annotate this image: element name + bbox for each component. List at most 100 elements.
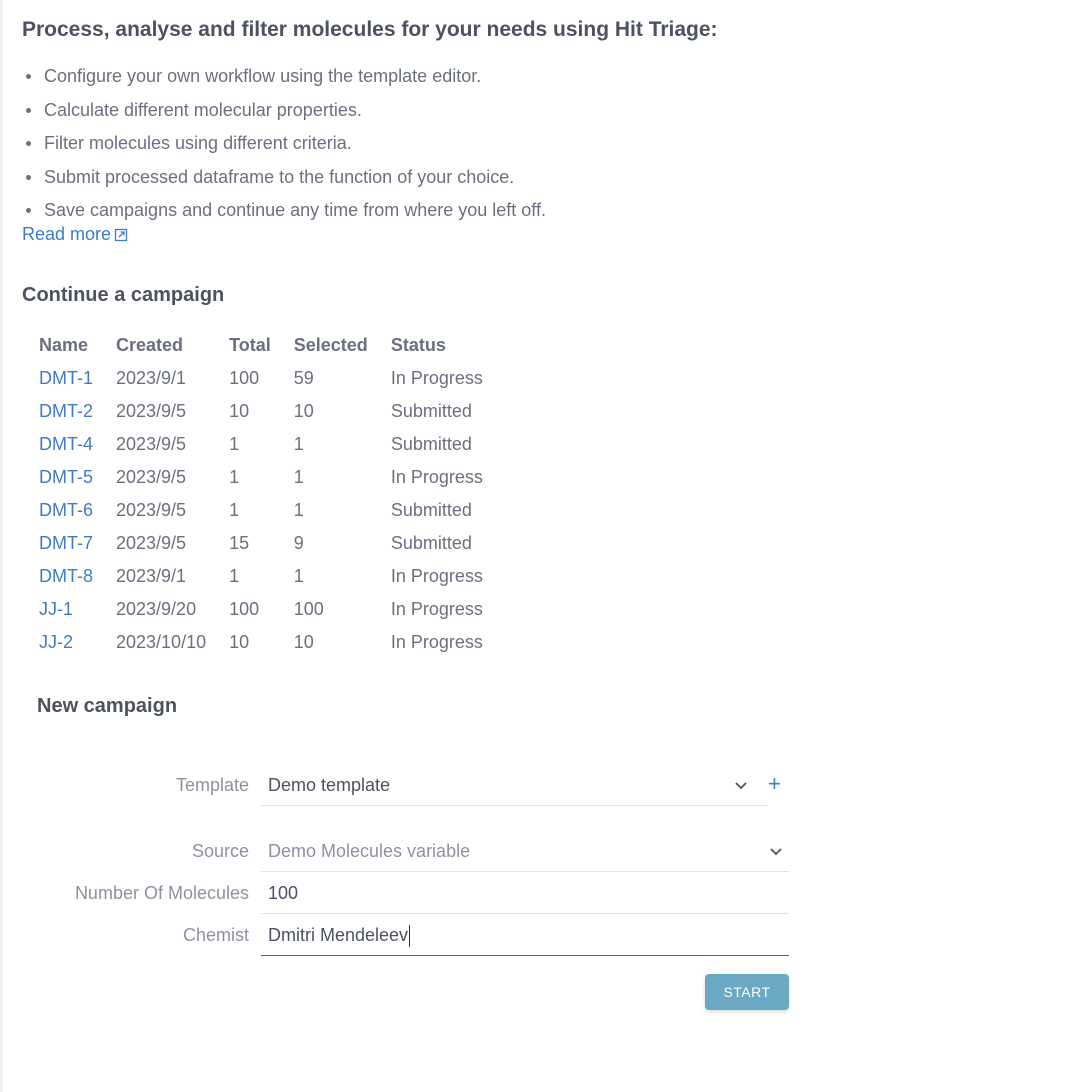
campaign-name-link[interactable]: DMT-4 xyxy=(34,428,111,461)
intro-headline: Process, analyse and filter molecules fo… xyxy=(22,18,718,41)
table-row: DMT-7 2023/9/5 15 9 Submitted xyxy=(34,527,501,560)
panel-left-border xyxy=(0,0,3,1092)
number-of-molecules-input[interactable]: 100 xyxy=(261,872,789,914)
bullet-icon xyxy=(26,208,31,213)
campaign-total-cell: 10 xyxy=(229,401,250,421)
campaign-created-cell: 2023/9/5 xyxy=(116,401,187,421)
feature-list: Configure your own workflow using the te… xyxy=(22,62,546,230)
campaign-total-cell: 1 xyxy=(229,500,240,520)
chemist-input[interactable]: Dmitri Mendeleev xyxy=(261,914,789,956)
campaign-created-cell: 2023/9/5 xyxy=(116,434,187,454)
read-more-link[interactable]: Read more xyxy=(22,224,128,245)
external-link-icon xyxy=(114,228,128,241)
feature-item: Filter molecules using different criteri… xyxy=(22,129,546,163)
chevron-down-icon xyxy=(735,782,747,790)
campaign-selected-cell: 1 xyxy=(293,500,304,520)
campaign-selected-cell: 9 xyxy=(293,533,304,553)
add-template-button[interactable]: + xyxy=(768,764,781,804)
column-header-created: Created xyxy=(116,335,184,355)
column-header-name: Name xyxy=(39,335,89,355)
table-row: DMT-8 2023/9/1 1 1 In Progress xyxy=(34,560,501,593)
bullet-icon xyxy=(26,74,31,79)
chemist-value-wrapper: Dmitri Mendeleev xyxy=(268,914,411,956)
campaign-total-cell: 10 xyxy=(229,632,250,652)
table-row: DMT-1 2023/9/1 100 59 In Progress xyxy=(34,362,501,395)
start-button[interactable]: START xyxy=(705,974,789,1010)
source-select[interactable]: Demo Molecules variable xyxy=(261,830,789,872)
campaign-total-cell: 1 xyxy=(229,467,240,487)
campaign-status-cell: Submitted xyxy=(390,401,472,421)
campaign-status-cell: Submitted xyxy=(390,434,472,454)
campaign-status-cell: Submitted xyxy=(390,533,472,553)
campaign-selected-cell: 100 xyxy=(293,599,324,619)
chevron-down-icon xyxy=(770,848,782,856)
campaign-total-cell: 1 xyxy=(229,566,240,586)
table-row: DMT-2 2023/9/5 10 10 Submitted xyxy=(34,395,501,428)
campaign-created-cell: 2023/9/5 xyxy=(116,533,187,553)
feature-item: Configure your own workflow using the te… xyxy=(22,62,546,96)
number-of-molecules-row: Number Of Molecules 100 xyxy=(22,872,789,914)
campaign-selected-cell: 1 xyxy=(293,434,304,454)
feature-item: Calculate different molecular properties… xyxy=(22,96,546,130)
campaign-selected-cell: 10 xyxy=(293,632,314,652)
campaign-total-cell: 100 xyxy=(229,599,260,619)
source-value: Demo Molecules variable xyxy=(268,841,471,861)
continue-campaign-title: Continue a campaign xyxy=(22,284,225,306)
template-label: Template xyxy=(175,775,249,795)
table-row: DMT-4 2023/9/5 1 1 Submitted xyxy=(34,428,501,461)
campaign-selected-cell: 10 xyxy=(293,401,314,421)
bullet-icon xyxy=(26,141,31,146)
campaign-created-cell: 2023/9/1 xyxy=(116,566,187,586)
source-row: Source Demo Molecules variable xyxy=(22,830,789,872)
campaign-name-link[interactable]: DMT-6 xyxy=(34,494,111,527)
template-value: Demo template xyxy=(268,775,391,795)
feature-item: Submit processed dataframe to the functi… xyxy=(22,163,546,197)
read-more-label: Read more xyxy=(22,224,112,244)
chemist-label: Chemist xyxy=(182,925,249,945)
chemist-row: Chemist Dmitri Mendeleev xyxy=(22,914,789,956)
campaign-name-link[interactable]: DMT-5 xyxy=(34,461,111,494)
text-caret xyxy=(409,925,411,948)
table-row: DMT-5 2023/9/5 1 1 In Progress xyxy=(34,461,501,494)
campaign-created-cell: 2023/9/5 xyxy=(116,500,187,520)
table-row: DMT-6 2023/9/5 1 1 Submitted xyxy=(34,494,501,527)
campaign-created-cell: 2023/9/5 xyxy=(116,467,187,487)
campaign-name-link[interactable]: DMT-2 xyxy=(34,395,111,428)
campaign-name-link[interactable]: DMT-7 xyxy=(34,527,111,560)
campaign-total-cell: 1 xyxy=(229,434,240,454)
campaign-status-cell: In Progress xyxy=(390,566,483,586)
campaign-name-link[interactable]: JJ-2 xyxy=(34,626,111,659)
column-header-total: Total xyxy=(229,335,271,355)
campaign-status-cell: In Progress xyxy=(390,368,483,388)
new-campaign-title: New campaign xyxy=(37,695,178,717)
chemist-value: Dmitri Mendeleev xyxy=(268,925,409,945)
campaign-selected-cell: 1 xyxy=(293,566,304,586)
template-select[interactable]: Demo template xyxy=(261,764,768,806)
bullet-icon xyxy=(26,107,31,113)
campaign-selected-cell: 1 xyxy=(293,467,304,487)
bullet-icon xyxy=(26,174,31,180)
source-label: Source xyxy=(191,841,249,861)
campaigns-table: Name Created Total Selected Status DMT-1… xyxy=(34,329,501,659)
table-row: JJ-1 2023/9/20 100 100 In Progress xyxy=(34,593,501,626)
table-header-row: Name Created Total Selected Status xyxy=(34,329,501,362)
campaign-name-link[interactable]: DMT-8 xyxy=(34,560,111,593)
number-of-molecules-value: 100 xyxy=(268,883,299,903)
campaign-name-link[interactable]: JJ-1 xyxy=(34,593,111,626)
campaign-status-cell: In Progress xyxy=(390,467,483,487)
campaign-created-cell: 2023/9/1 xyxy=(116,368,187,388)
table-row: JJ-2 2023/10/10 10 10 In Progress xyxy=(34,626,501,659)
campaign-name-link[interactable]: DMT-1 xyxy=(34,362,111,395)
campaign-total-cell: 15 xyxy=(229,533,250,553)
campaign-status-cell: In Progress xyxy=(390,599,483,619)
campaign-created-cell: 2023/9/20 xyxy=(116,599,197,619)
campaign-total-cell: 100 xyxy=(229,368,260,388)
number-of-molecules-label: Number Of Molecules xyxy=(74,883,249,903)
column-header-status: Status xyxy=(390,335,446,355)
campaign-status-cell: In Progress xyxy=(390,632,483,652)
campaign-selected-cell: 59 xyxy=(293,368,314,388)
column-header-selected: Selected xyxy=(293,335,368,355)
campaign-status-cell: Submitted xyxy=(390,500,472,520)
campaign-created-cell: 2023/10/10 xyxy=(116,632,207,652)
template-row: Template Demo template + xyxy=(22,764,789,806)
